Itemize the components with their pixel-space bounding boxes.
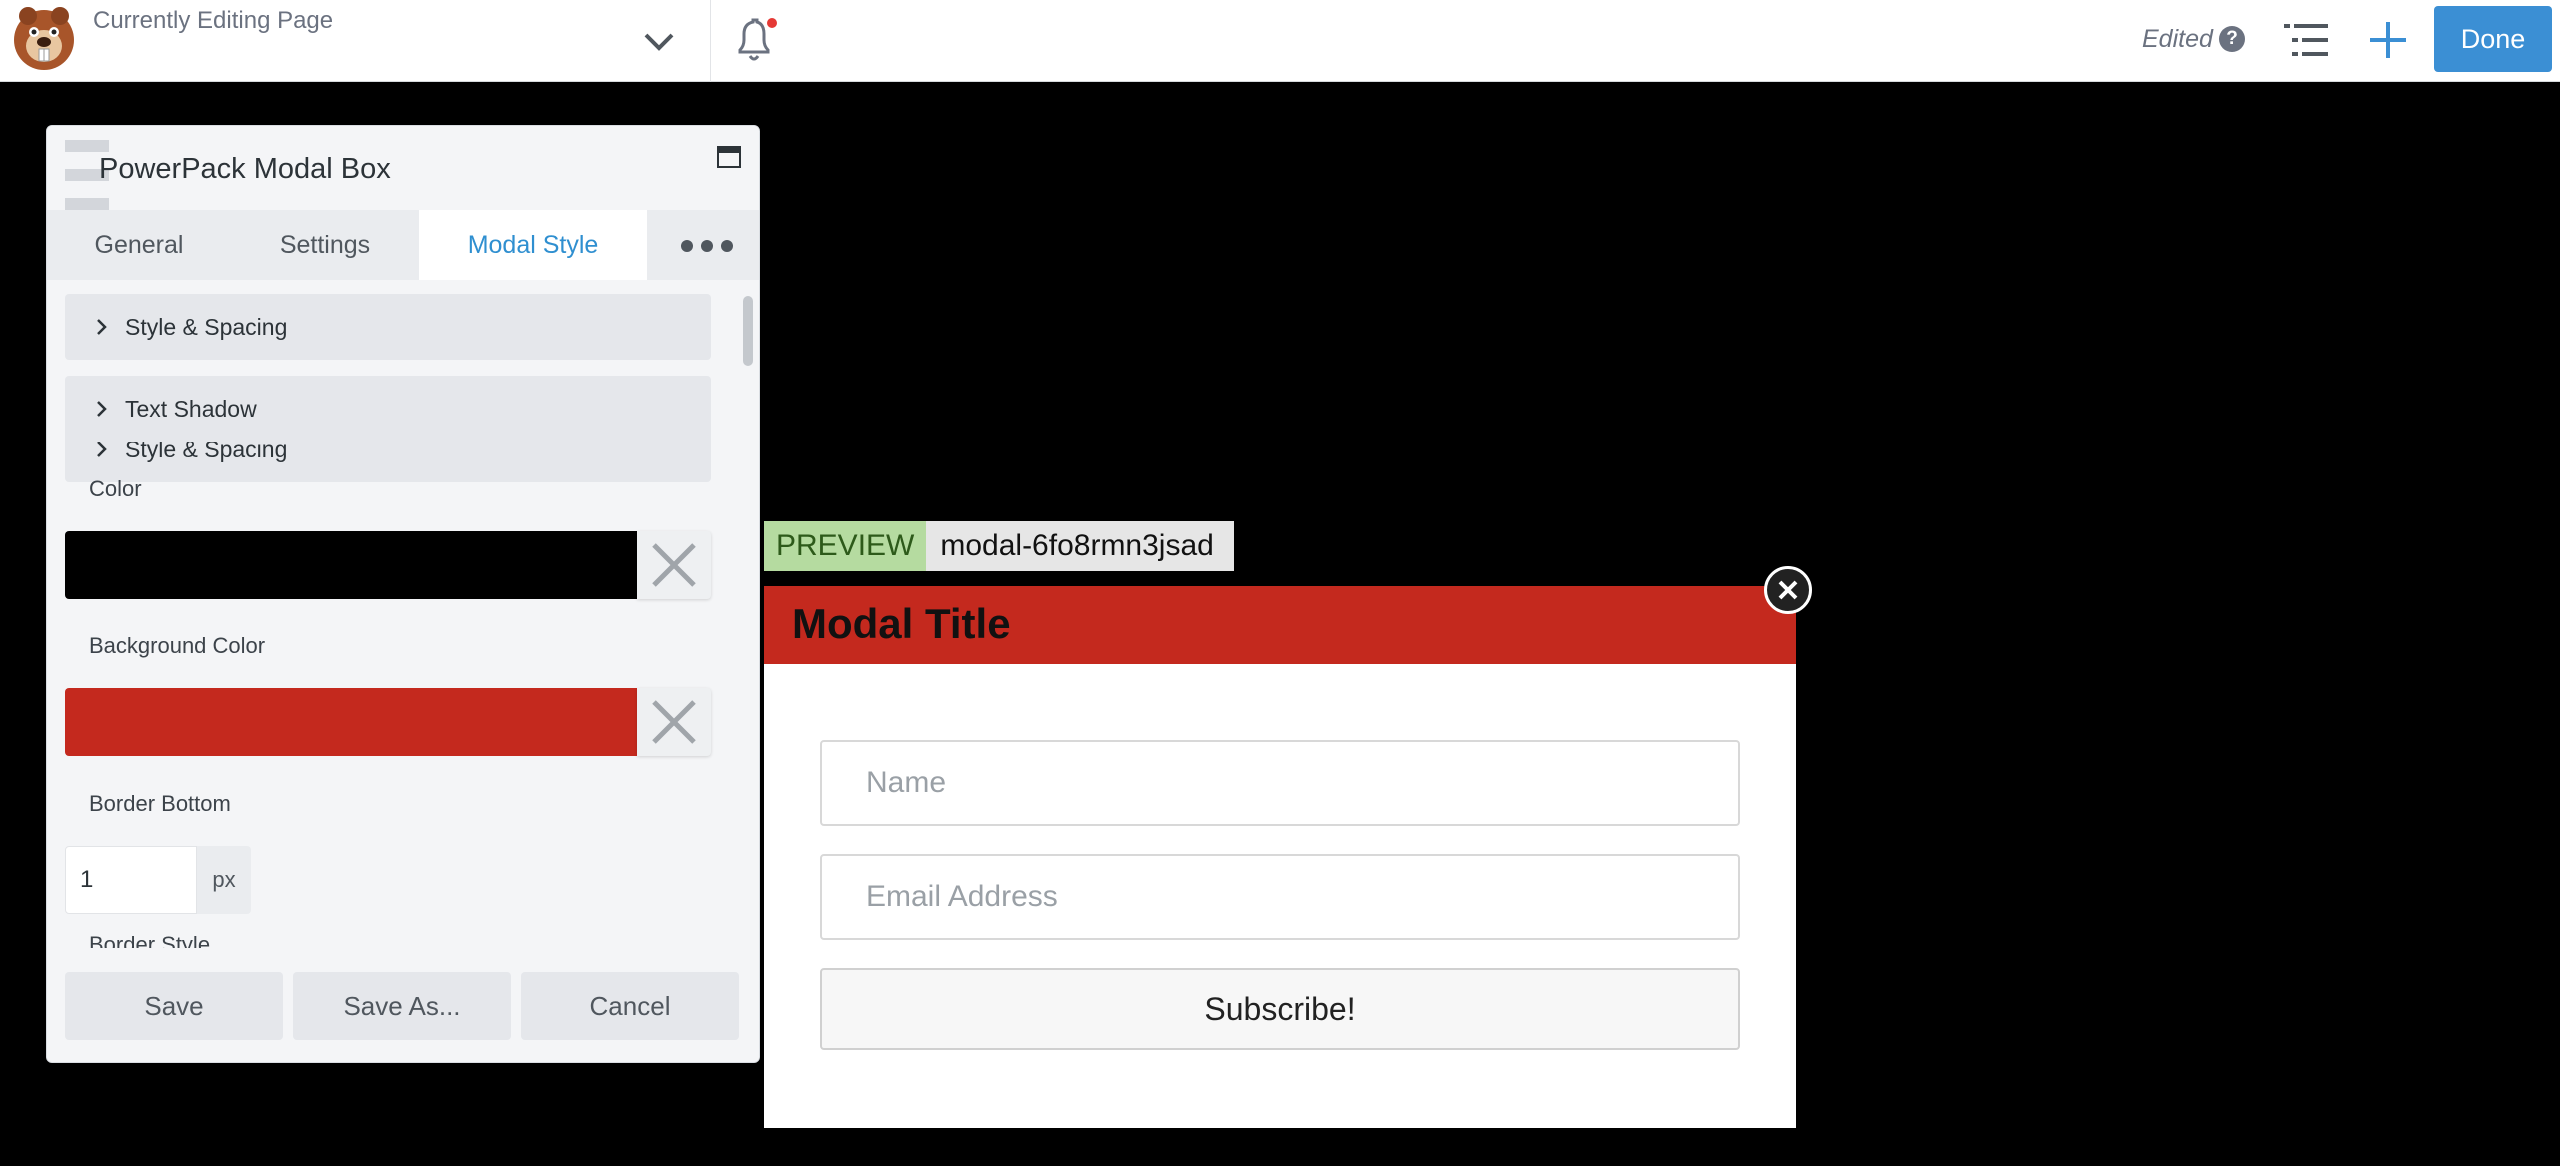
panel-scrollbar[interactable] <box>743 296 753 366</box>
maximize-icon[interactable] <box>717 146 741 168</box>
background-color-label: Background Color <box>89 633 266 658</box>
chevron-right-icon <box>97 441 107 457</box>
section-label: Style & Spacing <box>125 314 288 340</box>
save-button[interactable]: Save <box>65 972 283 1040</box>
done-button[interactable]: Done <box>2434 6 2552 72</box>
color-label: Color <box>89 476 142 501</box>
panel-title: PowerPack Modal Box <box>99 153 391 185</box>
divider <box>710 0 711 82</box>
panel-tabs: General Settings Modal Style <box>47 210 759 280</box>
add-content-icon[interactable] <box>2366 18 2410 62</box>
more-options-icon[interactable] <box>677 236 737 256</box>
section-text-shadow[interactable]: Text Shadow <box>65 376 711 442</box>
notification-bell-icon[interactable] <box>732 16 778 64</box>
modal-close-button[interactable] <box>1764 566 1812 614</box>
panel-header[interactable]: PowerPack Modal Box <box>47 126 759 268</box>
border-style-label: Border Style <box>89 934 211 948</box>
currently-editing-label: Currently Editing Page <box>93 7 334 34</box>
cancel-button[interactable]: Cancel <box>521 972 739 1040</box>
edited-status: Edited <box>2142 25 2213 53</box>
border-bottom-input[interactable] <box>65 846 197 914</box>
tab-settings[interactable]: Settings <box>231 210 419 280</box>
color-picker[interactable] <box>65 531 637 599</box>
section-label: Text Shadow <box>125 396 257 422</box>
background-color-picker[interactable] <box>65 688 637 756</box>
modal-id: modal-6fo8rmn3jsad <box>926 521 1234 571</box>
email-input[interactable] <box>820 854 1740 940</box>
settings-panel: PowerPack Modal Box General Settings Mod… <box>46 125 760 1063</box>
chevron-down-icon[interactable] <box>640 22 678 60</box>
close-icon <box>652 700 696 744</box>
preview-badge: PREVIEW <box>764 521 927 571</box>
close-icon <box>1778 580 1798 600</box>
panel-footer: Border Style Save Save As... Cancel <box>47 934 759 1062</box>
name-input[interactable] <box>820 740 1740 826</box>
chevron-right-icon <box>97 401 107 417</box>
border-bottom-unit: px <box>197 846 251 914</box>
tab-general[interactable]: General <box>47 210 231 280</box>
save-as-button[interactable]: Save As... <box>293 972 511 1040</box>
preview-tag: PREVIEW modal-6fo8rmn3jsad <box>764 521 1234 571</box>
modal-preview: Modal Title Subscribe! <box>764 586 1796 1128</box>
clear-background-color-button[interactable] <box>637 688 711 756</box>
outline-list-icon[interactable] <box>2282 20 2330 60</box>
section-style-spacing[interactable]: Style & Spacing <box>65 294 711 360</box>
chevron-right-icon <box>97 319 107 335</box>
beaver-logo-icon[interactable] <box>6 2 82 74</box>
tab-modal-style[interactable]: Modal Style <box>419 210 647 280</box>
close-icon <box>652 543 696 587</box>
help-icon[interactable]: ? <box>2219 26 2245 52</box>
clear-color-button[interactable] <box>637 531 711 599</box>
top-bar: Currently Editing Page Edited ? Done <box>0 0 2560 82</box>
modal-title: Modal Title <box>792 600 1011 647</box>
border-bottom-label: Border Bottom <box>89 791 231 816</box>
modal-header: Modal Title <box>764 586 1796 664</box>
subscribe-button[interactable]: Subscribe! <box>820 968 1740 1050</box>
